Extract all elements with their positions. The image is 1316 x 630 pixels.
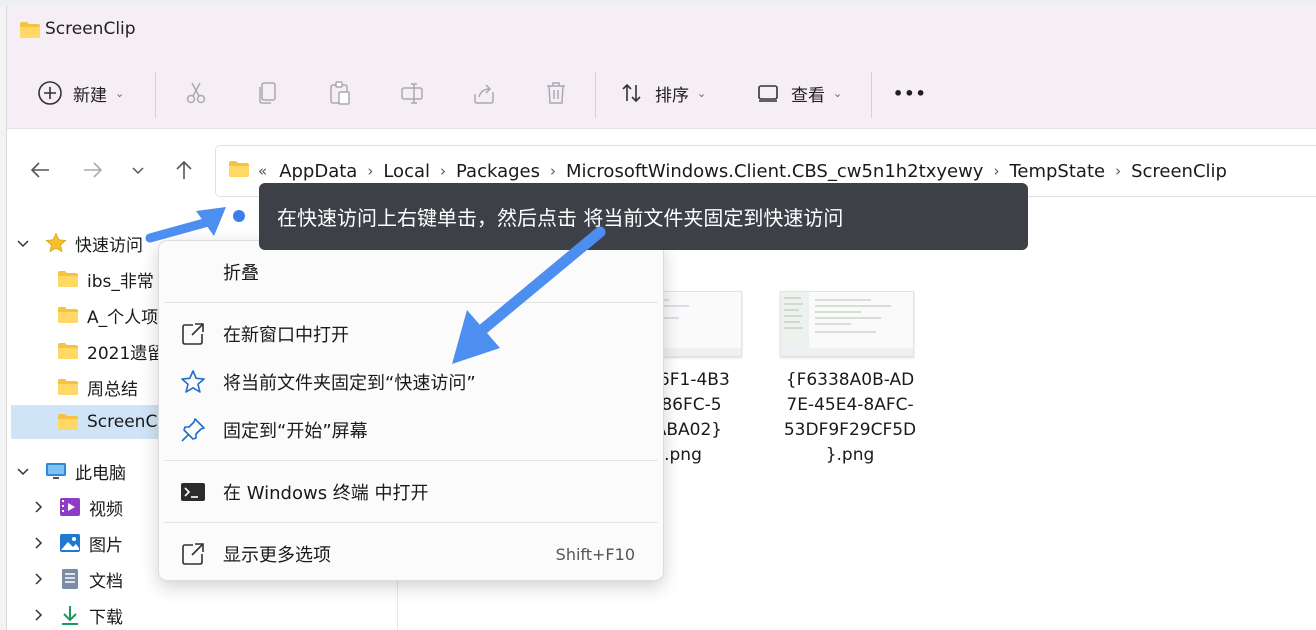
annotation-arrows xyxy=(145,207,606,364)
arrow-to-pin-menu-item xyxy=(452,226,606,364)
arrow-to-quick-access xyxy=(145,207,226,243)
